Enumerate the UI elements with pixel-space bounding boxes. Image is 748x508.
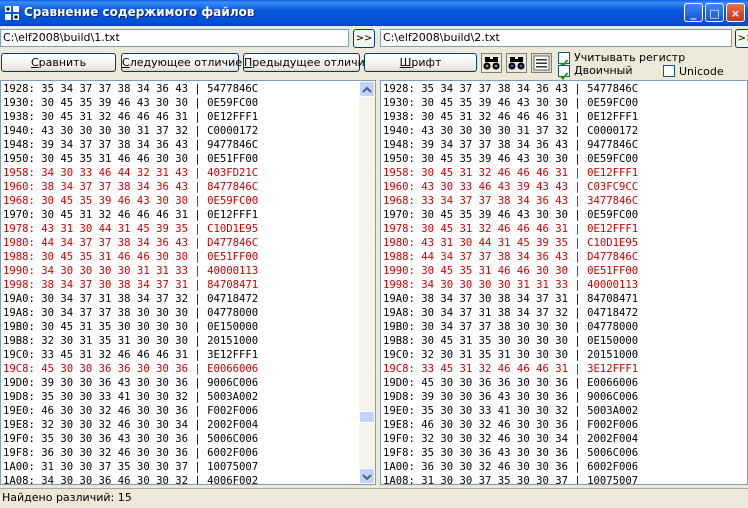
left-scrollbar[interactable] <box>359 81 375 484</box>
scroll-up-button[interactable] <box>359 81 375 97</box>
hex-row: 1938: 30 45 31 32 46 46 46 31 | 0E12FFF1 <box>3 111 259 123</box>
hex-row: 19A8: 30 34 37 31 38 34 37 32 | 04718472 <box>383 307 639 319</box>
hex-row: 1968: 30 45 35 39 46 43 30 30 | 0E59FC00 <box>3 195 259 207</box>
hex-row: 1940: 43 30 30 30 30 31 37 32 | C0000172 <box>383 125 639 137</box>
prev-diff-button[interactable]: Предыдущее отличие <box>243 53 372 72</box>
hex-row: 1970: 30 45 35 39 46 43 30 30 | 0E59FC00 <box>383 209 639 221</box>
hex-row: 1A00: 36 30 30 32 46 30 30 36 | 6002F006 <box>383 461 639 473</box>
hex-row: 19F8: 36 30 30 32 46 30 30 36 | 6002F006 <box>3 447 259 459</box>
window-title: Сравнение содержимого файлов <box>24 5 255 19</box>
hex-row: 1938: 30 45 31 32 46 46 46 31 | 0E12FFF1 <box>383 111 639 123</box>
font-button[interactable]: Шрифт <box>364 53 477 72</box>
binoculars-icon <box>483 57 500 70</box>
hex-row: 1930: 30 45 35 39 46 43 30 30 | 0E59FC00 <box>3 97 259 109</box>
binary-label: Двоичный <box>574 64 633 77</box>
hex-row: 19A0: 30 34 37 31 38 34 37 32 | 04718472 <box>3 293 259 305</box>
hex-row: 1950: 30 45 35 39 46 43 30 30 | 0E59FC00 <box>383 153 639 165</box>
hex-row: 19A8: 30 34 37 37 38 30 30 30 | 04778000 <box>3 307 259 319</box>
hex-row: 1988: 30 45 35 31 46 46 30 30 | 0E51FF00 <box>3 251 259 263</box>
hex-row: 19E8: 46 30 30 32 46 30 30 36 | F002F006 <box>383 419 639 431</box>
compare-mode-button[interactable] <box>531 53 552 73</box>
hex-row: 19C0: 32 30 31 35 31 30 30 30 | 20151000 <box>383 349 639 361</box>
hex-row: 1960: 43 30 33 46 43 39 43 43 | C03FC9CC <box>383 181 639 193</box>
right-hex-view[interactable]: 1928: 35 34 37 37 38 34 36 43 | 5477846C… <box>380 80 748 485</box>
hex-row: 1958: 30 45 31 32 46 46 46 31 | 0E12FFF1 <box>383 167 639 179</box>
hex-row: 19D0: 45 30 30 36 36 30 30 36 | E0066006 <box>383 377 639 389</box>
hex-row: 19F0: 32 30 30 32 46 30 30 34 | 2002F004 <box>383 433 639 445</box>
right-file-path-input[interactable]: C:\elf2008\build\2.txt <box>380 29 732 47</box>
hex-row: 1928: 35 34 37 37 38 34 36 43 | 5477846C <box>383 83 639 95</box>
hex-row: 1A08: 31 30 30 37 35 30 30 37 | 10075007 <box>383 475 639 485</box>
hex-row: 1990: 34 30 30 30 30 31 31 33 | 40000113 <box>3 265 259 277</box>
scroll-down-button[interactable] <box>359 468 375 484</box>
hex-row: 1968: 33 34 37 37 38 34 36 43 | 3477846C <box>383 195 639 207</box>
minimize-button[interactable]: _ <box>684 3 703 22</box>
title-bar[interactable]: Сравнение содержимого файлов _ □ × <box>0 0 748 26</box>
scroll-thumb[interactable] <box>359 411 375 423</box>
hex-row: 1998: 38 34 37 30 38 34 37 31 | 84708471 <box>3 279 259 291</box>
maximize-button[interactable]: □ <box>705 3 724 22</box>
unicode-checkbox[interactable] <box>663 65 675 77</box>
hex-row: 19E0: 35 30 30 33 41 30 30 32 | 5003A002 <box>383 405 639 417</box>
hex-row: 19D0: 39 30 30 36 43 30 30 36 | 9006C006 <box>3 377 259 389</box>
hex-row: 1978: 43 31 30 44 31 45 39 35 | C10D1E95 <box>3 223 259 235</box>
hex-row: 19B0: 30 34 37 37 38 30 30 30 | 04778000 <box>383 321 639 333</box>
hex-row: 1960: 38 34 37 37 38 34 36 43 | 8477846C <box>3 181 259 193</box>
hex-row: 19B8: 32 30 31 35 31 30 30 30 | 20151000 <box>3 335 259 347</box>
chevron-up-icon <box>362 86 372 93</box>
hex-row: 19E0: 46 30 30 32 46 30 30 36 | F002F006 <box>3 405 259 417</box>
left-hex-view[interactable]: 1928: 35 34 37 37 38 34 36 43 | 5477846C… <box>0 80 376 485</box>
hex-row: 19D8: 39 30 30 36 43 30 30 36 | 9006C006 <box>383 391 639 403</box>
hex-row: 19C0: 33 45 31 32 46 46 46 31 | 3E12FFF1 <box>3 349 259 361</box>
hex-row: 1948: 39 34 37 37 38 34 36 43 | 9477846C <box>383 139 639 151</box>
compare-mode-icon <box>533 55 550 71</box>
hex-row: 1980: 44 34 37 37 38 34 36 43 | D477846C <box>3 237 259 249</box>
hex-row: 1998: 34 30 30 30 30 31 31 33 | 40000113 <box>383 279 639 291</box>
binoculars-next-icon <box>508 57 525 70</box>
chevron-down-icon <box>362 474 372 481</box>
hex-row: 1978: 30 45 31 32 46 46 46 31 | 0E12FFF1 <box>383 223 639 235</box>
status-bar: Найдено различий: 15 <box>0 488 748 508</box>
hex-row: 1950: 30 45 35 31 46 46 30 30 | 0E51FF00 <box>3 153 259 165</box>
unicode-label: Unicode <box>679 65 724 78</box>
hex-row: 1980: 43 31 30 44 31 45 39 35 | C10D1E95 <box>383 237 639 249</box>
hex-row: 19B0: 30 45 31 35 30 30 30 30 | 0E150000 <box>3 321 259 333</box>
hex-row: 19C8: 33 45 31 32 46 46 46 31 | 3E12FFF1 <box>383 363 639 375</box>
hex-row: 19F0: 35 30 30 36 43 30 30 36 | 5006C006 <box>3 433 259 445</box>
hex-row: 19A0: 38 34 37 30 38 34 37 31 | 84708471 <box>383 293 639 305</box>
app-icon <box>5 6 19 20</box>
hex-row: 1948: 39 34 37 37 38 34 36 43 | 9477846C <box>3 139 259 151</box>
find-next-button[interactable] <box>506 53 527 73</box>
binary-checkbox[interactable] <box>558 65 570 80</box>
left-browse-button[interactable]: >> <box>353 29 375 48</box>
hex-row: 1958: 34 30 33 46 44 32 31 43 | 403FD21C <box>3 167 259 179</box>
hex-row: 1930: 30 45 35 39 46 43 30 30 | 0E59FC00 <box>383 97 639 109</box>
hex-row: 19E8: 32 30 30 32 46 30 30 34 | 2002F004 <box>3 419 259 431</box>
hex-row: 1A08: 34 30 30 36 46 30 30 32 | 4006F002 <box>3 475 259 485</box>
hex-row: 1970: 30 45 31 32 46 46 46 31 | 0E12FFF1 <box>3 209 259 221</box>
hex-row: 19B8: 30 45 31 35 30 30 30 30 | 0E150000 <box>383 335 639 347</box>
find-button[interactable] <box>481 53 502 73</box>
hex-row: 1988: 44 34 37 37 38 34 36 43 | D477846C <box>383 251 639 263</box>
left-file-path-input[interactable]: C:\elf2008\build\1.txt <box>0 29 349 47</box>
match-case-checkbox[interactable] <box>558 52 570 67</box>
hex-row: 1928: 35 34 37 37 38 34 36 43 | 5477846C <box>3 83 259 95</box>
next-diff-button[interactable]: Следующее отличие <box>121 53 242 72</box>
close-button[interactable]: × <box>726 3 745 22</box>
hex-row: 19D8: 35 30 30 33 41 30 30 32 | 5003A002 <box>3 391 259 403</box>
hex-row: 19F8: 35 30 30 36 43 30 30 36 | 5006C006 <box>383 447 639 459</box>
right-browse-button[interactable]: >> <box>735 29 748 48</box>
compare-button[interactable]: Сравнить <box>1 53 116 72</box>
hex-row: 1940: 43 30 30 30 30 31 37 32 | C0000172 <box>3 125 259 137</box>
match-case-label: Учитывать регистр <box>574 51 686 64</box>
hex-row: 19C8: 45 30 30 36 36 30 30 36 | E0066006 <box>3 363 259 375</box>
hex-row: 1990: 30 45 35 31 46 46 30 30 | 0E51FF00 <box>383 265 639 277</box>
hex-row: 1A00: 31 30 30 37 35 30 30 37 | 10075007 <box>3 461 259 473</box>
